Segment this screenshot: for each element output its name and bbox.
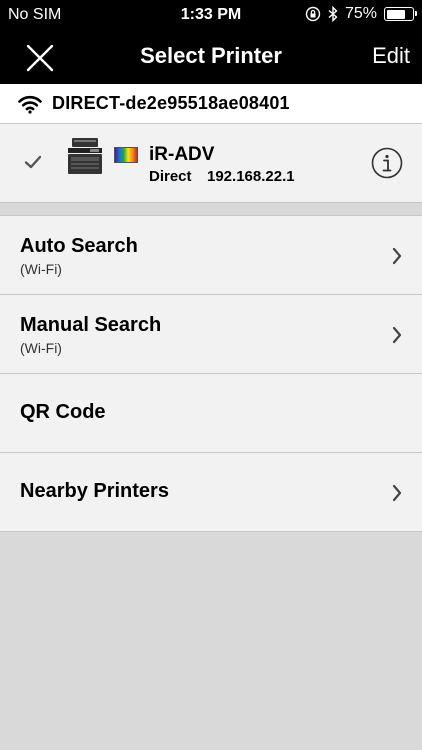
status-bar: No SIM 1:33 PM 75% (0, 0, 422, 30)
nearby-printers-label: Nearby Printers (20, 480, 169, 502)
bluetooth-icon (328, 6, 338, 22)
page-title: Select Printer (140, 43, 282, 68)
wifi-icon (18, 95, 42, 114)
color-printer-badge-icon (114, 147, 138, 163)
status-indicators: 75% (305, 5, 417, 23)
manual-search-label: Manual Search (20, 314, 162, 336)
auto-search-label: Auto Search (20, 235, 138, 257)
chevron-right-icon (392, 326, 402, 344)
selected-printer-row[interactable]: iR-ADV Direct 192.168.22.1 (0, 124, 422, 203)
auto-search-sublabel: (Wi-Fi) (20, 261, 62, 277)
nav-bar: Select Printer Edit (0, 30, 422, 84)
edit-button[interactable]: Edit (372, 43, 410, 69)
printer-icon (68, 138, 102, 174)
battery-percent: 75% (344, 5, 377, 22)
info-icon[interactable] (371, 147, 403, 179)
orientation-lock-icon (305, 6, 321, 22)
chevron-right-icon (392, 484, 402, 502)
qr-code-row[interactable]: QR Code (0, 374, 422, 453)
network-row: DIRECT-de2e95518ae08401 (0, 84, 422, 124)
auto-search-row[interactable]: Auto Search (Wi-Fi) (0, 216, 422, 295)
network-ssid: DIRECT-de2e95518ae08401 (52, 93, 290, 113)
checkmark-icon (24, 155, 42, 169)
printer-name: iR-ADV (149, 144, 215, 165)
battery-icon (384, 7, 417, 21)
chevron-right-icon (392, 247, 402, 265)
qr-code-label: QR Code (20, 401, 106, 423)
section-separator (0, 203, 422, 216)
printer-connection-type: Direct (149, 168, 192, 185)
manual-search-row[interactable]: Manual Search (Wi-Fi) (0, 295, 422, 374)
manual-search-sublabel: (Wi-Fi) (20, 340, 62, 356)
nearby-printers-row[interactable]: Nearby Printers (0, 453, 422, 532)
printer-ip-address: 192.168.22.1 (207, 168, 295, 185)
